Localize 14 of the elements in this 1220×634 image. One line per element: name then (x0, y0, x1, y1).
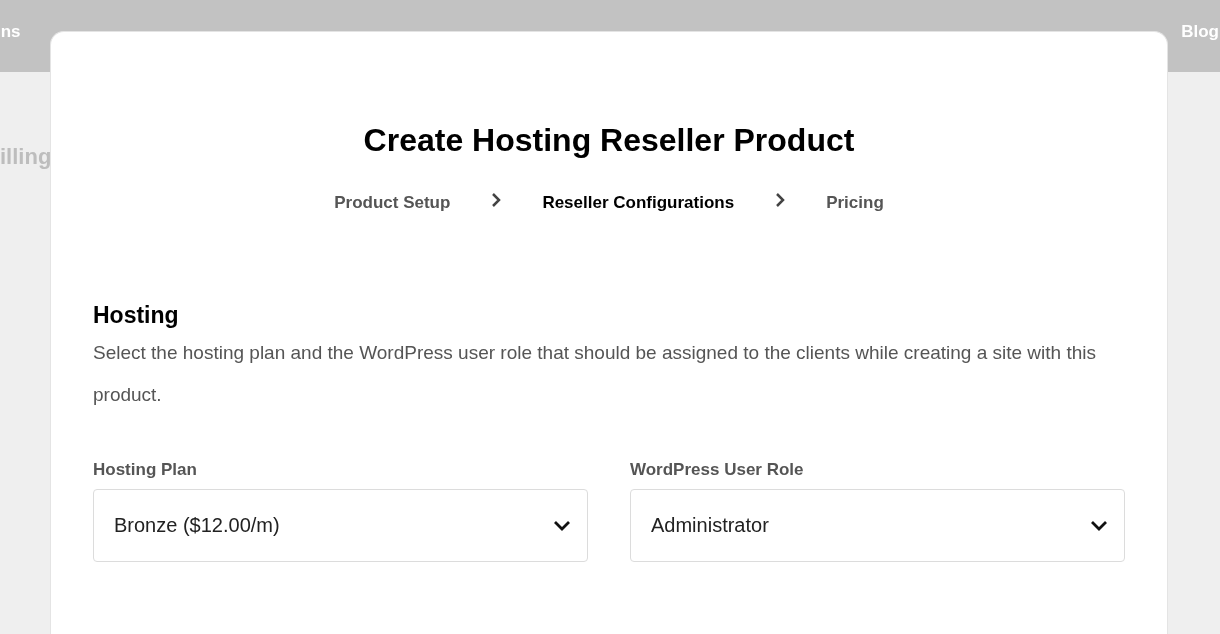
chevron-right-icon (490, 191, 503, 208)
chevron-right-icon (774, 191, 787, 208)
section-description: Select the hosting plan and the WordPress user role that should be assigned to the clients while creating a site with this product. (93, 340, 1097, 407)
field-label: WordPress User Role (630, 459, 805, 480)
chevron-down-icon (1090, 519, 1108, 531)
modal-title: Create Hosting Reseller Product (362, 121, 856, 160)
step-label: Product Setup (334, 192, 451, 214)
step-label: Reseller Configurations (542, 192, 735, 214)
step-label: Pricing (826, 192, 884, 214)
select-field[interactable]: Bronze ($12.00/m) (93, 488, 588, 562)
section-title: Hosting (93, 300, 180, 330)
chevron-down-icon (553, 519, 571, 531)
select-field[interactable]: Administrator (630, 488, 1125, 562)
field-label: Hosting Plan (93, 459, 198, 480)
